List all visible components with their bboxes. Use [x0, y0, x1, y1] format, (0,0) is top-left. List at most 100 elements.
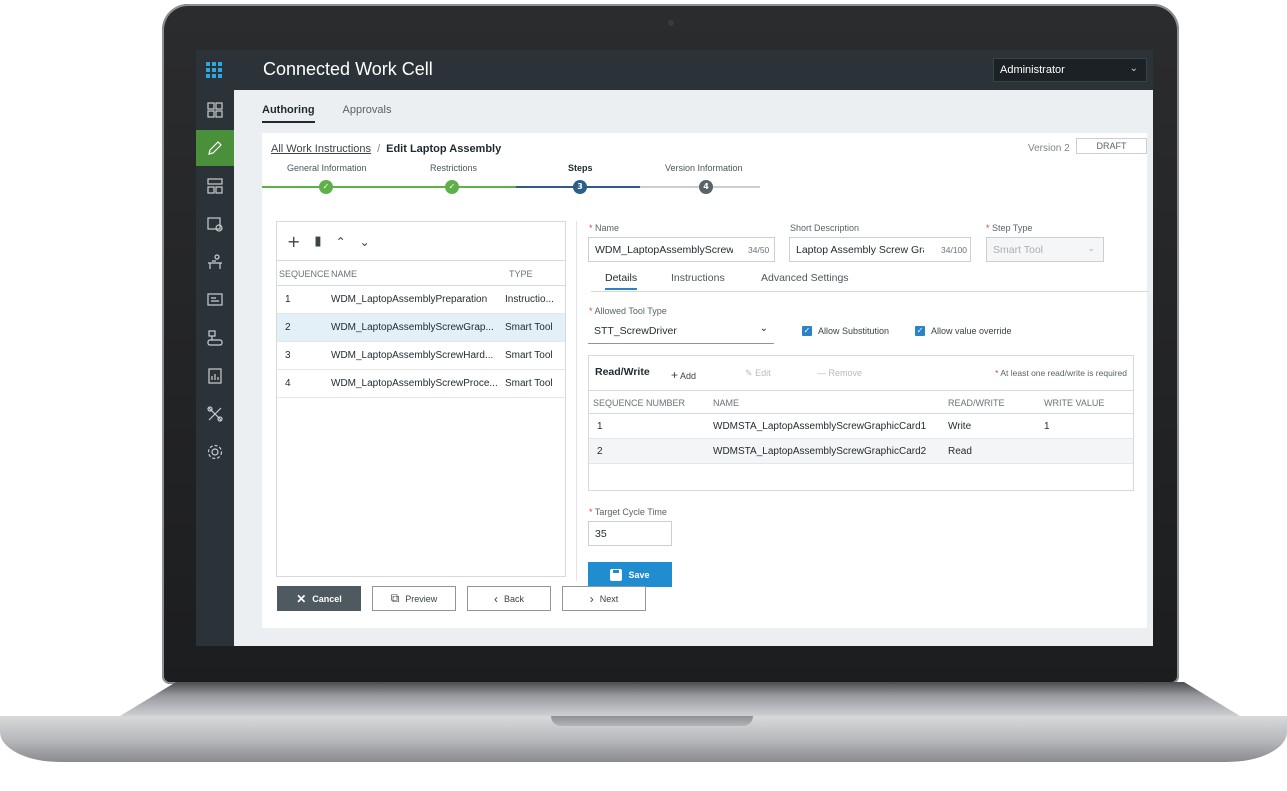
- column-read-write: READ/WRITE: [948, 398, 1005, 408]
- robot-arm-icon[interactable]: [196, 320, 234, 356]
- report-icon[interactable]: [196, 358, 234, 394]
- chevron-down-icon: ⌄: [1087, 243, 1095, 253]
- title-bar: Connected Work Cell Administrator ⌄: [196, 50, 1153, 90]
- allow-override-label: Allow value override: [931, 326, 1012, 336]
- status-badge: DRAFT: [1076, 138, 1147, 154]
- tab-instructions[interactable]: Instructions: [671, 272, 725, 288]
- column-sequence: SEQUENCE: [279, 269, 330, 279]
- save-disk-icon: [610, 568, 623, 581]
- tool-type-label: * Allowed Tool Type: [589, 306, 667, 316]
- breadcrumb-separator: /: [377, 143, 381, 155]
- step-name: WDM_LaptopAssemblyPreparation: [331, 294, 488, 305]
- screen: Connected Work Cell Administrator ⌄ Auth…: [196, 50, 1153, 646]
- cycle-time-input[interactable]: 35: [588, 521, 672, 546]
- app-launcher-icon[interactable]: [203, 59, 225, 81]
- move-up-icon[interactable]: ⌃: [336, 234, 346, 250]
- rw-table-row[interactable]: 1 WDMSTA_LaptopAssemblyScrewGraphicCard1…: [589, 414, 1133, 439]
- step-number-current: 3: [573, 180, 587, 194]
- rw-mode: Write: [948, 421, 972, 432]
- tab-details[interactable]: Details: [605, 272, 638, 290]
- step-name: WDM_LaptopAssemblyScrewGrap...: [331, 322, 494, 333]
- version-label: Version 2: [1028, 143, 1070, 154]
- rw-add-button[interactable]: + Add: [671, 368, 696, 382]
- laptop-notch: [551, 716, 753, 726]
- back-button[interactable]: ‹ Back: [467, 586, 551, 611]
- rw-edit-button[interactable]: ✎ Edit: [745, 368, 771, 379]
- monitor-icon[interactable]: [196, 282, 234, 318]
- stepper-progress-complete: [262, 186, 516, 188]
- save-button-label: Save: [628, 569, 650, 580]
- rw-name: WDMSTA_LaptopAssemblyScrewGraphicCard1: [713, 421, 927, 432]
- step-row[interactable]: 2 WDM_LaptopAssemblyScrewGrap... Smart T…: [277, 314, 565, 342]
- tab-approvals[interactable]: Approvals: [343, 104, 392, 123]
- step-row[interactable]: 4 WDM_LaptopAssemblyScrewProce... Smart …: [277, 370, 565, 398]
- preview-button[interactable]: ⧉ Preview: [372, 586, 456, 611]
- move-down-icon[interactable]: ⌄: [360, 234, 370, 250]
- laptop-keyboard-deck: [120, 682, 1240, 716]
- save-button[interactable]: Save: [588, 562, 672, 587]
- dashboard-icon[interactable]: [196, 92, 234, 128]
- rw-sequence: 1: [597, 421, 603, 432]
- rw-table-row[interactable]: 2 WDMSTA_LaptopAssemblyScrewGraphicCard2…: [589, 439, 1133, 464]
- read-write-title: Read/Write: [595, 366, 650, 378]
- breadcrumb-current: Edit Laptop Assembly: [386, 143, 502, 155]
- cycle-time-label: * Target Cycle Time: [589, 507, 667, 517]
- add-icon[interactable]: +: [287, 234, 300, 250]
- breadcrumb-all-work-instructions[interactable]: All Work Instructions: [271, 143, 371, 155]
- allow-substitution-checkbox[interactable]: ✓: [802, 326, 812, 336]
- cycle-time-value: 35: [595, 528, 607, 540]
- back-button-label: Back: [503, 593, 524, 604]
- step-list-header: SEQUENCE NAME TYPE: [277, 260, 565, 286]
- next-button-label: Next: [599, 593, 619, 604]
- workstation-icon[interactable]: [196, 244, 234, 280]
- authoring-pencil-icon[interactable]: [196, 130, 234, 166]
- wizard-stepper: General Information Restrictions Steps V…: [262, 163, 1147, 203]
- allow-override-checkbox[interactable]: ✓: [915, 326, 925, 336]
- name-input[interactable]: WDM_LaptopAssemblyScrewGra|: [588, 237, 775, 262]
- user-select[interactable]: Administrator ⌄: [993, 58, 1147, 82]
- main-content: Authoring Approvals All Work Instruction…: [234, 90, 1153, 646]
- rw-mode: Read: [948, 446, 972, 457]
- rw-required-note: * At least one read/write is required: [995, 368, 1127, 378]
- chevron-right-icon: ›: [589, 591, 594, 606]
- column-write-value: WRITE VALUE: [1044, 398, 1105, 408]
- step-row[interactable]: 1 WDM_LaptopAssemblyPreparation Instruct…: [277, 286, 565, 314]
- app-title: Connected Work Cell: [263, 59, 433, 79]
- step-type-value: Smart Tool: [993, 244, 1043, 256]
- schedule-icon[interactable]: [196, 206, 234, 242]
- rw-remove-button[interactable]: — Remove: [817, 368, 862, 378]
- step-label-restrictions[interactable]: Restrictions: [430, 163, 477, 173]
- step-type-label: * Step Type: [986, 223, 1033, 233]
- delete-icon[interactable]: ▮: [314, 234, 321, 250]
- name-char-counter: 34/50: [748, 245, 770, 255]
- step-sequence: 3: [285, 350, 291, 361]
- step-label-general-information[interactable]: General Information: [287, 163, 367, 173]
- settings-gear-icon[interactable]: [196, 434, 234, 470]
- cancel-button[interactable]: ✕ Cancel: [277, 586, 361, 611]
- laptop-base: [0, 682, 1287, 762]
- detail-tabs: Details Instructions Advanced Settings: [591, 272, 1148, 292]
- next-button[interactable]: › Next: [562, 586, 646, 611]
- rw-sequence: 2: [597, 446, 603, 457]
- tool-type-value: STT_ScrewDriver: [594, 325, 677, 337]
- close-icon: ✕: [296, 591, 307, 606]
- workflow-icon[interactable]: [196, 168, 234, 204]
- tools-icon[interactable]: [196, 396, 234, 432]
- tool-type-select[interactable]: STT_ScrewDriver ⌄: [588, 319, 774, 344]
- name-label: * Name: [589, 223, 620, 233]
- step-name: WDM_LaptopAssemblyScrewHard...: [331, 350, 494, 361]
- plus-icon: +: [671, 368, 679, 382]
- user-select-value: Administrator: [1000, 64, 1065, 76]
- column-sequence-number: SEQUENCE NUMBER: [593, 398, 686, 408]
- breadcrumb: All Work Instructions / Edit Laptop Assemb…: [271, 143, 501, 155]
- short-description-value: Laptop Assembly Screw Graphic: [796, 244, 924, 256]
- step-label-version-information[interactable]: Version Information: [665, 163, 743, 173]
- short-description-char-counter: 34/100: [941, 245, 967, 255]
- cancel-button-label: Cancel: [312, 593, 342, 604]
- step-name: WDM_LaptopAssemblyScrewProce...: [331, 378, 498, 389]
- step-label-steps[interactable]: Steps: [568, 163, 593, 173]
- step-row[interactable]: 3 WDM_LaptopAssemblyScrewHard... Smart T…: [277, 342, 565, 370]
- tab-advanced-settings[interactable]: Advanced Settings: [761, 272, 849, 288]
- tab-authoring[interactable]: Authoring: [262, 104, 315, 123]
- step-list: + ▮ ⌃ ⌄ SEQUENCE NAME TYPE 1 WDM_LaptopA…: [276, 221, 566, 577]
